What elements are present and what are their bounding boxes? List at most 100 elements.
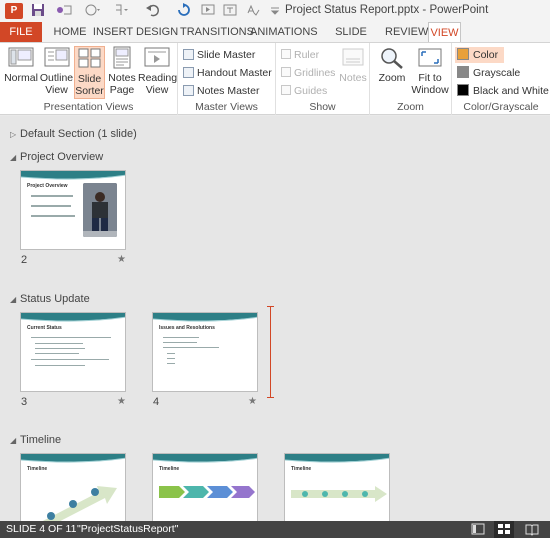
touch-mode-icon[interactable] [84, 3, 100, 19]
save-icon[interactable] [30, 3, 46, 19]
notes-page-label-1: Notes [108, 72, 136, 84]
ruler-label: Ruler [294, 49, 320, 61]
color-swatch-icon [457, 48, 469, 60]
normal-view-icon [8, 46, 34, 70]
transition-star-icon: ★ [117, 254, 126, 265]
slide-master-icon [183, 49, 194, 60]
slide-wave-decoration [21, 454, 125, 463]
bullet-line [31, 337, 111, 338]
black-and-white-label: Black and White [473, 85, 549, 97]
undo-icon[interactable] [145, 3, 161, 19]
slide-thumbnail-3[interactable]: Current Status [20, 312, 126, 392]
black-white-swatch-icon [457, 84, 469, 96]
bullet-line [167, 358, 175, 359]
presenter-icon[interactable] [55, 3, 72, 19]
slide-number: 2 [21, 254, 28, 266]
notes-master-label: Notes Master [197, 85, 260, 97]
section-project-overview[interactable]: ◢ Project Overview [10, 151, 103, 163]
notes-page-label-2: Page [109, 84, 135, 96]
slide-sorter-button[interactable]: Slide Sorter [74, 46, 105, 99]
zoom-icon [379, 46, 405, 70]
normal-view-button[interactable]: Normal [3, 46, 39, 84]
color-button[interactable]: Color [455, 47, 505, 63]
tab-insert[interactable]: INSERT [91, 22, 135, 42]
reading-view-status-icon[interactable] [525, 523, 539, 536]
tab-review[interactable]: REVIEW [385, 22, 428, 42]
guides-label: Guides [294, 85, 328, 97]
notes-button[interactable]: Notes [338, 46, 368, 84]
text-box-icon[interactable] [222, 3, 238, 19]
grayscale-label: Grayscale [473, 67, 521, 79]
timeline-2-title: Timeline [159, 466, 180, 472]
status-bar: SLIDE 4 OF 11 "ProjectStatusReport" [0, 521, 550, 538]
section-status-update-label: Status Update [20, 293, 90, 305]
notes-master-button[interactable]: Notes Master [183, 83, 259, 99]
window-title: Project Status Report.pptx - PowerPoint [285, 4, 489, 16]
tab-design[interactable]: DESIGN [136, 22, 178, 42]
slide-thumbnail-2[interactable]: Project Overview [20, 170, 126, 250]
tab-view[interactable]: VIEW [428, 22, 461, 42]
start-slideshow-icon[interactable] [200, 3, 216, 19]
show-group-label: Show [309, 101, 336, 113]
slide-3-title: Current Status [27, 325, 62, 331]
section-timeline-label: Timeline [20, 434, 62, 446]
presentation-views-group-label: Presentation Views [43, 101, 134, 113]
section-status-update[interactable]: ◢ Status Update [10, 293, 90, 305]
bullet-line [31, 215, 75, 217]
zoom-group-label: Zoom [397, 101, 424, 113]
normal-view-status-icon[interactable] [471, 523, 485, 536]
slide-4-title: Issues and Resolutions [159, 325, 215, 331]
transition-star-icon: ★ [117, 396, 126, 407]
section-default-label: Default Section (1 slide) [20, 128, 137, 140]
bullet-line [167, 363, 175, 364]
bullet-line [163, 347, 219, 348]
reading-view-label-1: Reading [138, 72, 178, 84]
ruler-check-icon [281, 49, 291, 59]
black-and-white-button[interactable]: Black and White [457, 83, 549, 99]
bullet-line [163, 337, 199, 338]
section-project-overview-label: Project Overview [20, 151, 104, 163]
gridlines-checkbox[interactable]: Gridlines [281, 65, 335, 81]
customize-qat-icon[interactable] [267, 3, 283, 19]
slide-master-button[interactable]: Slide Master [183, 47, 255, 63]
group-master-views: Slide Master Handout Master Notes Master… [178, 43, 276, 115]
outline-view-button[interactable]: Outline View [39, 46, 74, 96]
handout-master-button[interactable]: Handout Master [183, 65, 272, 81]
transition-star-icon: ★ [248, 396, 257, 407]
bullet-line [31, 359, 109, 360]
fit-to-window-icon [417, 46, 443, 70]
bullet-line [167, 353, 175, 354]
bullet-line [35, 343, 83, 344]
handout-master-icon [183, 67, 194, 78]
expanded-arrow-icon: ◢ [10, 436, 17, 445]
tab-transitions[interactable]: TRANSITIONS [180, 22, 254, 42]
slide-thumbnail-timeline-2[interactable]: Timeline [152, 453, 258, 521]
slide-wave-decoration [153, 313, 257, 322]
outline-view-icon [44, 46, 70, 70]
slide-sorter-status-icon[interactable] [494, 521, 514, 538]
grayscale-button[interactable]: Grayscale [457, 65, 520, 81]
slide-counter: SLIDE 4 OF 11 [6, 523, 77, 535]
timeline-3-title: Timeline [291, 466, 312, 472]
format-painter-icon[interactable] [113, 3, 129, 19]
tab-home[interactable]: HOME [51, 22, 89, 42]
zoom-button[interactable]: Zoom [376, 46, 408, 84]
slide-thumbnail-timeline-1[interactable]: Timeline [20, 453, 126, 521]
tab-animations[interactable]: ANIMATIONS [250, 22, 318, 42]
zoom-label: Zoom [378, 72, 406, 84]
fit-to-window-button[interactable]: Fit to Window [410, 46, 450, 96]
bullet-line [35, 353, 79, 354]
bullet-line [163, 342, 197, 343]
tab-file[interactable]: FILE [0, 22, 42, 42]
slide-thumbnail-timeline-3[interactable]: Timeline [284, 453, 390, 521]
notes-page-button[interactable]: Notes Page [107, 46, 137, 96]
redo-icon[interactable] [176, 3, 192, 19]
spelling-icon[interactable] [245, 3, 261, 19]
slide-thumbnail-4[interactable]: Issues and Resolutions [152, 312, 258, 392]
section-timeline[interactable]: ◢ Timeline [10, 434, 61, 446]
guides-checkbox[interactable]: Guides [281, 83, 327, 99]
ruler-checkbox[interactable]: Ruler [281, 47, 319, 63]
reading-view-button[interactable]: Reading View [138, 46, 178, 96]
tab-slide-show[interactable]: SLIDE SHOW [319, 22, 383, 58]
section-default[interactable]: ▷ Default Section (1 slide) [10, 128, 137, 140]
